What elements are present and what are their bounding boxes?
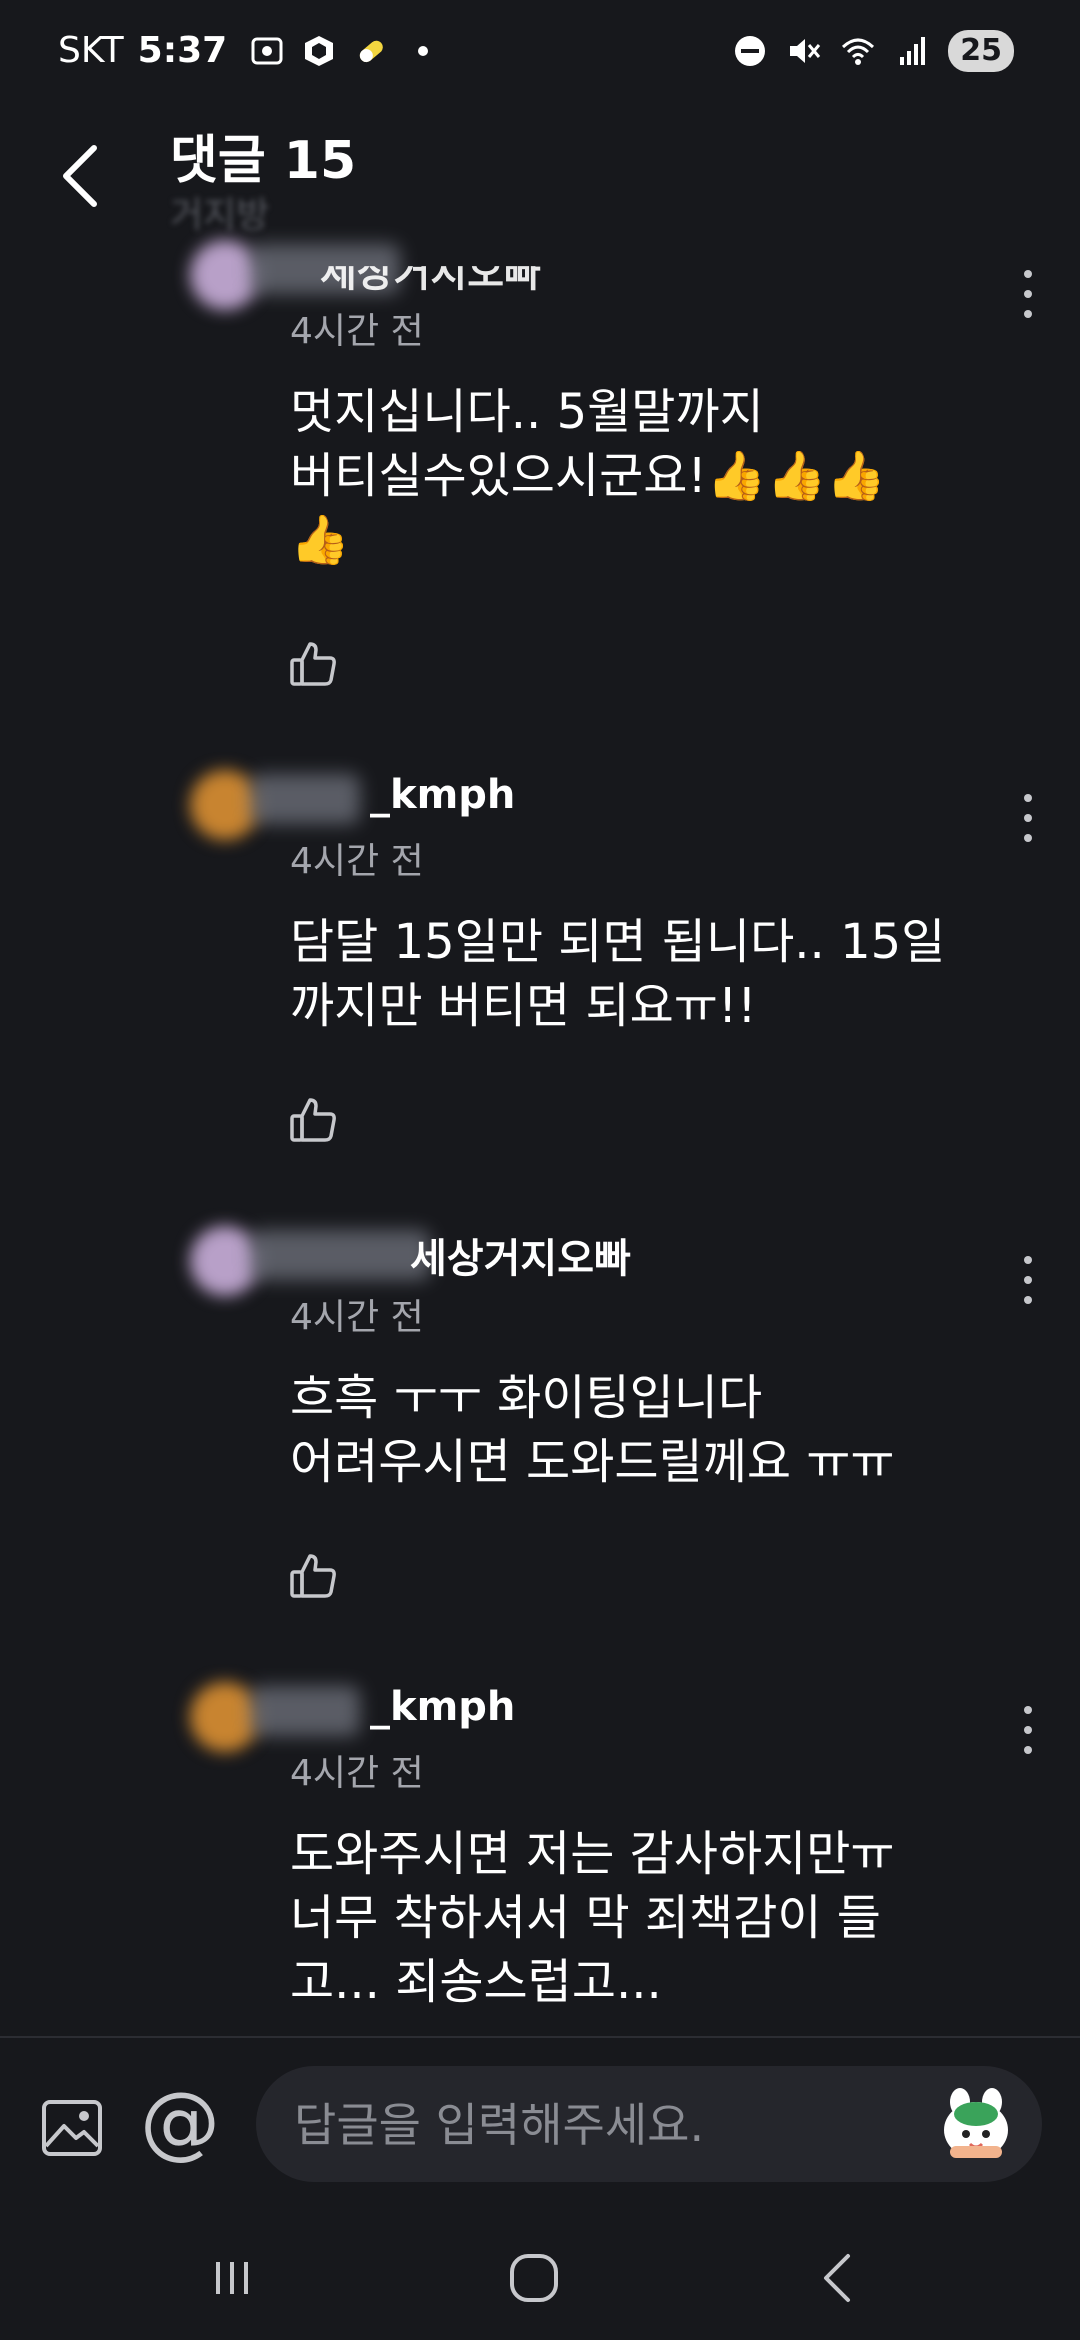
comment-body: 멋지십니다.. 5월말까지 버티실수있으시군요!👍👍👍 👍 <box>290 380 1020 572</box>
author-blur <box>250 774 360 824</box>
comment-time: 4시간 전 <box>290 1297 424 1338</box>
pill-icon <box>360 40 384 62</box>
more-options-icon[interactable] <box>1016 1250 1040 1310</box>
image-icon[interactable] <box>36 2092 108 2164</box>
comment-line: 도와주시면 저는 감사하지만ㅠ <box>290 1826 895 1882</box>
wifi-icon <box>842 38 875 65</box>
comment-line: 고... 죄송스럽고... <box>290 1954 662 2010</box>
like-icon[interactable] <box>288 1550 340 1602</box>
author-blur <box>250 1686 360 1736</box>
comment-line: 어려우시면 도와드릴께요 ㅠㅠ <box>290 1434 895 1490</box>
dot-icon <box>418 45 429 56</box>
mention-button[interactable]: @ <box>140 2082 220 2162</box>
recent-apps-icon[interactable] <box>192 2238 272 2318</box>
clock: 5:37 <box>137 30 228 71</box>
box-icon <box>305 35 334 66</box>
back-arrow-icon[interactable] <box>48 140 120 212</box>
emoticon-icon[interactable] <box>936 2084 1016 2164</box>
comment-line: 버티실수있으시군요!👍👍👍 <box>290 448 886 504</box>
carrier-label: SKT <box>58 30 124 71</box>
back-icon[interactable] <box>798 2238 878 2318</box>
page-title: 댓글 15 <box>170 131 357 191</box>
comment-author[interactable]: _kmph <box>370 772 515 818</box>
comment-author[interactable]: 세상거지오빠 <box>410 1226 631 1284</box>
comment-line: 👍 <box>290 512 350 568</box>
header: 댓글 15 거지방 <box>0 110 1080 260</box>
signal-icon <box>900 37 926 65</box>
reply-bar: @ <box>0 2038 1080 2218</box>
more-options-icon[interactable] <box>1016 264 1040 324</box>
more-options-icon[interactable] <box>1016 788 1040 848</box>
mute-icon <box>790 39 821 63</box>
comment-line: 담달 15일만 되면 됩니다.. 15일 <box>290 914 946 970</box>
reply-input-container <box>256 2066 1042 2184</box>
comment-line: 너무 착하셔서 막 죄책감이 들 <box>290 1890 881 1946</box>
comment-line: 까지만 버티면 되요ㅠ!! <box>290 978 757 1034</box>
dnd-icon <box>735 36 766 66</box>
like-icon[interactable] <box>288 638 340 690</box>
screenshot-icon <box>251 37 283 64</box>
comment-author[interactable]: _kmph <box>370 1684 515 1730</box>
comment-time: 4시간 전 <box>290 1753 424 1794</box>
reply-input[interactable] <box>292 2066 896 2184</box>
system-nav-bar <box>0 2218 1080 2340</box>
like-icon[interactable] <box>288 1094 340 1146</box>
home-icon[interactable] <box>494 2238 574 2318</box>
page-subtitle: 거지방 <box>170 195 270 236</box>
comment-line: 흐흑 ㅜㅜ 화이팅입니다 <box>290 1370 763 1426</box>
battery-indicator: 25 <box>948 30 1014 72</box>
comment-time: 4시간 전 <box>290 841 424 882</box>
author-blur <box>250 1230 430 1280</box>
comment-body: 도와주시면 저는 감사하지만ㅠ 너무 착하셔서 막 죄책감이 들 고... 죄송… <box>290 1822 1020 2036</box>
status-bar: SKT 5:37 25 <box>0 0 1080 110</box>
comment-line: 멋지십니다.. 5월말까지 <box>290 384 764 440</box>
more-options-icon[interactable] <box>1016 1700 1040 1760</box>
comment-body: 흐흑 ㅜㅜ 화이팅입니다 어려우시면 도와드릴께요 ㅠㅠ <box>290 1366 1020 1494</box>
comment-body: 담달 15일만 되면 됩니다.. 15일 까지만 버티면 되요ㅠ!! <box>290 910 1020 1038</box>
comment-time: 4시간 전 <box>290 311 424 352</box>
